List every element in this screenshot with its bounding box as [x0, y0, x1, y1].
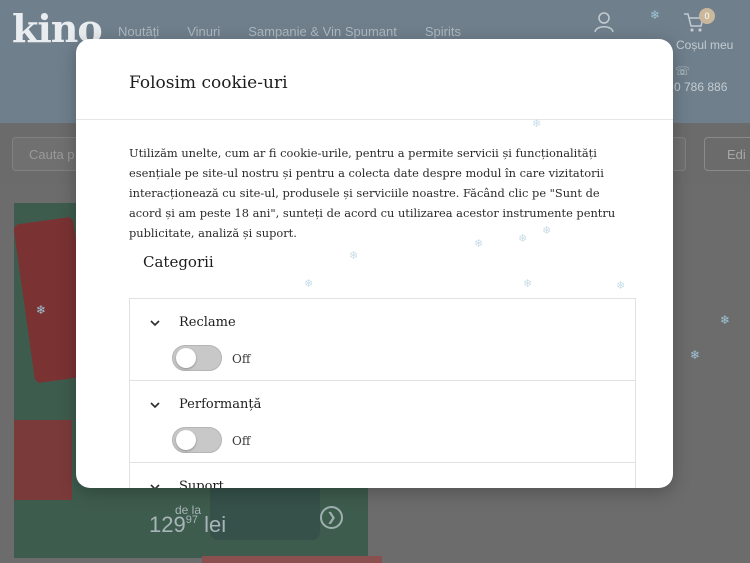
snowflake-icon: ❄ — [532, 117, 542, 130]
toggle-knob — [176, 430, 196, 450]
category-name[interactable]: Suport — [179, 479, 224, 488]
arrow-right-icon[interactable]: ❯ — [320, 506, 343, 529]
edit-button[interactable]: Edi — [704, 137, 750, 171]
nav-item-spirits[interactable]: Spirits — [425, 24, 461, 39]
category-performanta: Performanță Off — [130, 381, 635, 463]
price-decimal: 97 — [185, 514, 198, 526]
category-name[interactable]: Reclame — [179, 315, 236, 330]
price-currency: lei — [204, 512, 227, 537]
snowflake-icon: ❄ — [650, 8, 661, 22]
snowflake-icon: ❄ — [474, 237, 484, 250]
divider — [76, 119, 673, 120]
category-reclame: Reclame Off — [130, 299, 635, 381]
snowflake-icon: ❄ — [304, 277, 314, 290]
category-name[interactable]: Performanță — [179, 397, 261, 412]
main-nav: Noutăți Vinuri Sampanie & Vin Spumant Sp… — [118, 24, 461, 39]
price-whole: 129 — [149, 512, 186, 537]
cart-count-badge: 0 — [699, 8, 715, 24]
cookie-categories-list: Reclame Off Performanță Off Suport Off — [129, 298, 636, 488]
promo-gift-graphic — [14, 420, 72, 500]
toggle-state-label: Off — [232, 352, 251, 366]
categories-heading: Categorii — [143, 253, 214, 271]
snowflake-icon: ❄ — [542, 224, 552, 237]
snowflake-icon: ❄ — [616, 279, 626, 292]
snowflake-icon: ❄ — [720, 313, 731, 327]
chevron-down-icon[interactable] — [149, 399, 161, 411]
toggle-knob — [176, 348, 196, 368]
cart-label[interactable]: Coșul meu — [676, 38, 733, 52]
user-icon[interactable] — [593, 11, 615, 33]
nav-item-vinuri[interactable]: Vinuri — [187, 24, 220, 39]
phone-icon: ☏ — [675, 64, 691, 78]
nav-item-sampanie[interactable]: Sampanie & Vin Spumant — [248, 24, 397, 39]
reclame-toggle[interactable] — [172, 345, 222, 371]
cookie-consent-modal: Folosim cookie-uri Utilizăm unelte, cum … — [76, 39, 673, 488]
performanta-toggle[interactable] — [172, 427, 222, 453]
modal-title: Folosim cookie-uri — [129, 73, 288, 93]
snowflake-icon: ❄ — [523, 277, 533, 290]
phone-number[interactable]: 0 786 886 — [674, 80, 727, 94]
snowflake-icon: ❄ — [349, 249, 359, 262]
nav-item-noutati[interactable]: Noutăți — [118, 24, 159, 39]
chevron-down-icon[interactable] — [149, 481, 161, 488]
chevron-down-icon[interactable] — [149, 317, 161, 329]
snowflake-icon: ❄ — [518, 232, 528, 245]
promo-price: 12997 lei — [149, 512, 226, 538]
category-suport: Suport Off — [130, 463, 635, 488]
toggle-state-label: Off — [232, 434, 251, 448]
promo-strip — [202, 556, 382, 563]
snowflake-icon: ❄ — [690, 348, 701, 362]
snowflake-icon: ❄ — [36, 303, 47, 317]
